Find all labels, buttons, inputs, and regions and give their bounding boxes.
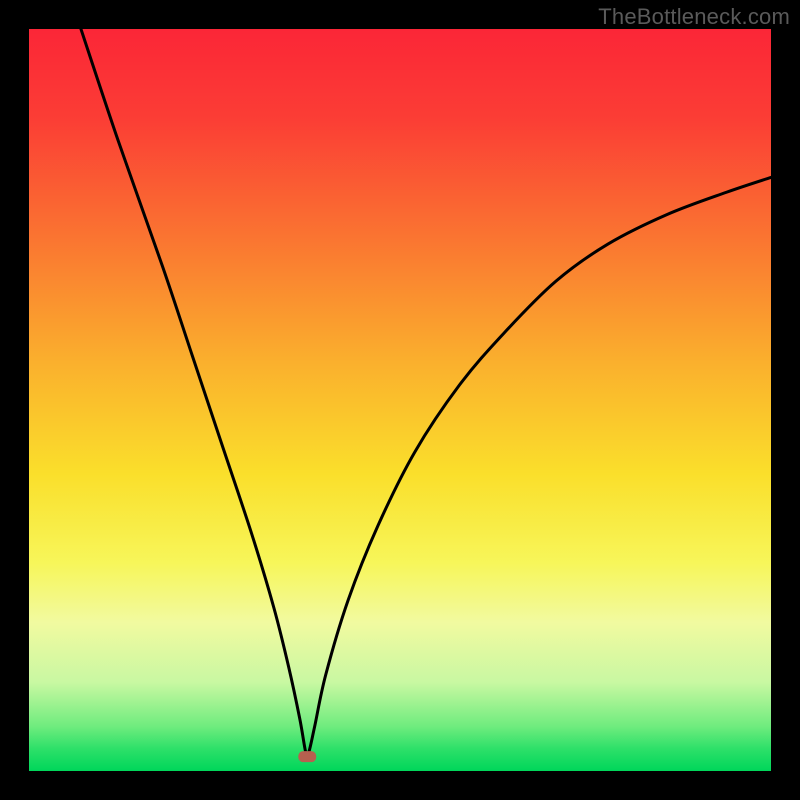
gradient-background [29, 29, 771, 771]
chart-frame: TheBottleneck.com [0, 0, 800, 800]
vertex-marker [298, 751, 316, 762]
chart-plot-area [29, 29, 771, 771]
chart-svg [29, 29, 771, 771]
watermark-text: TheBottleneck.com [598, 4, 790, 30]
